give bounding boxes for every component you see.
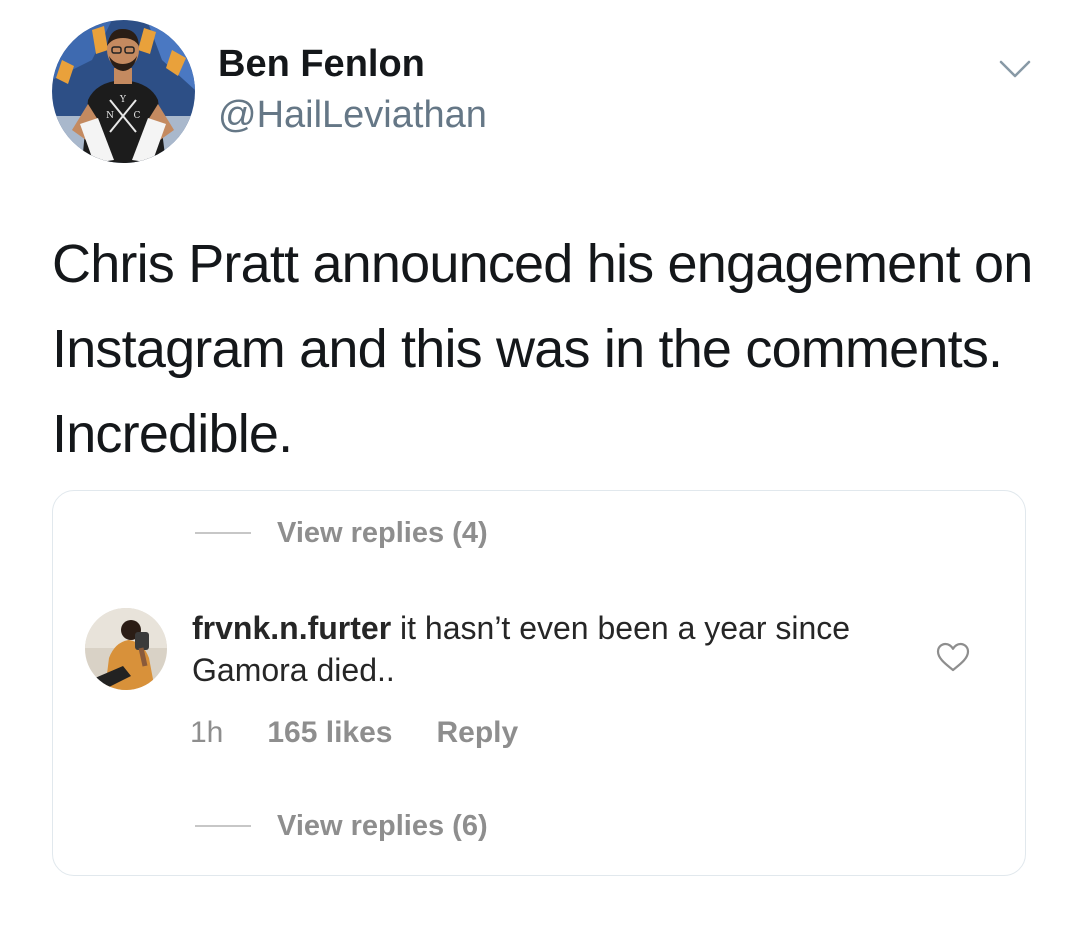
tweet-header: Y N C Ben Fenlon @HailLeviathan — [52, 20, 1042, 165]
comment-likes[interactable]: 165 likes — [267, 716, 392, 750]
commenter-avatar[interactable] — [85, 608, 167, 690]
view-replies-top[interactable]: View replies (4) — [195, 515, 488, 551]
chevron-down-icon[interactable] — [998, 58, 1032, 80]
view-replies-label: View replies (6) — [277, 809, 488, 842]
embedded-comment-image[interactable]: View replies (4) frvnk.n.furter it hasn’… — [52, 490, 1026, 876]
comment-time: 1h — [190, 716, 224, 749]
divider-line — [195, 532, 251, 534]
divider-line — [195, 825, 251, 827]
author-display-name[interactable]: Ben Fenlon — [218, 42, 425, 86]
tweet-text: Chris Pratt announced his engagement on … — [52, 234, 1033, 464]
author-handle[interactable]: @HailLeviathan — [218, 93, 487, 137]
comment-meta: 1h 165 likes Reply — [190, 713, 518, 753]
commenter-avatar-image — [85, 608, 167, 690]
comment-text: frvnk.n.furter it hasn’t even been a yea… — [192, 607, 892, 691]
author-avatar[interactable]: Y N C — [52, 20, 195, 163]
svg-text:N: N — [106, 111, 114, 121]
view-replies-label: View replies (4) — [277, 516, 488, 549]
svg-text:C: C — [134, 111, 141, 121]
heart-icon[interactable] — [935, 641, 971, 673]
commenter-username[interactable]: frvnk.n.furter — [192, 610, 391, 646]
svg-text:Y: Y — [119, 95, 127, 105]
author-avatar-image: Y N C — [52, 20, 195, 163]
view-replies-bottom[interactable]: View replies (6) — [195, 808, 488, 844]
reply-button[interactable]: Reply — [437, 716, 519, 750]
